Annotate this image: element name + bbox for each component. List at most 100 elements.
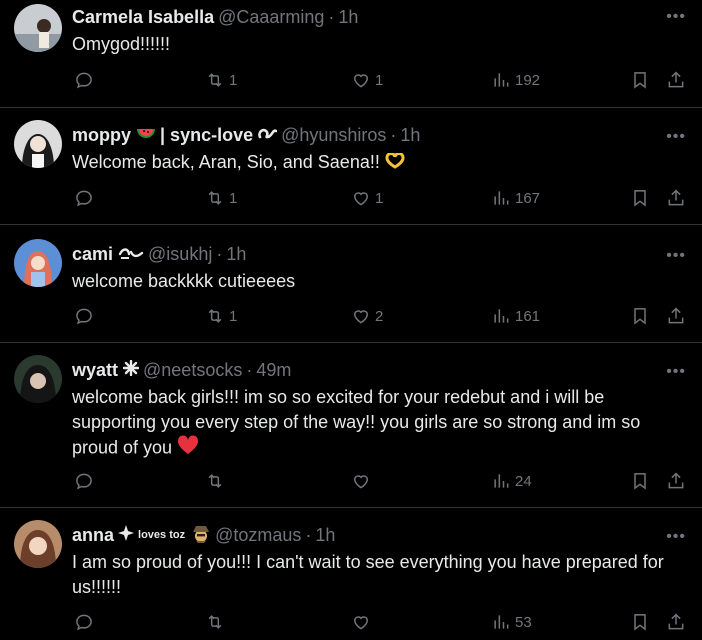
user-handle[interactable]: @isukhj (148, 244, 212, 265)
display-name[interactable]: Carmela Isabella (72, 7, 214, 28)
views-button[interactable]: 167 (491, 186, 540, 210)
bookmark-icon (634, 473, 646, 490)
sparkle-star-icon (118, 524, 135, 546)
avatar[interactable] (14, 4, 62, 52)
bookmark-button[interactable] (630, 304, 650, 328)
bookmark-button[interactable] (630, 68, 650, 92)
more-icon[interactable]: ••• (666, 9, 686, 25)
separator-dot: · (305, 524, 312, 545)
display-name[interactable]: cami (72, 244, 113, 265)
view-count: 24 (515, 472, 532, 490)
more-icon[interactable]: ••• (666, 129, 686, 145)
detective-emoji-icon (191, 523, 211, 548)
tweet-text: Omygod!!!!!! (72, 34, 171, 54)
reply-button[interactable] (74, 469, 98, 493)
display-name[interactable]: anna (72, 525, 114, 546)
timeline: Carmela Isabella @Caaarming · 1h Omygod!… (0, 0, 702, 640)
views-button[interactable]: 53 (491, 610, 532, 634)
bookmark-icon (634, 308, 646, 325)
retweet-count: 1 (229, 189, 238, 207)
reply-icon (76, 72, 92, 89)
like-icon (353, 475, 369, 489)
avatar[interactable] (14, 520, 62, 568)
user-handle[interactable]: @hyunshiros (281, 125, 386, 146)
timestamp[interactable]: 49m (256, 360, 291, 381)
timestamp[interactable]: 1h (315, 525, 335, 546)
like-count: 1 (375, 71, 384, 89)
share-button[interactable] (666, 610, 686, 634)
like-button[interactable] (351, 610, 375, 634)
reply-button[interactable] (74, 610, 98, 634)
retweet-button[interactable]: 1 (205, 304, 237, 328)
retweet-count: 1 (229, 307, 238, 325)
bookmark-button[interactable] (630, 469, 650, 493)
hyunshiros-symbol-icon (257, 125, 278, 146)
display-name-suffix[interactable]: | sync-love (160, 125, 253, 146)
heart-hands-emoji-icon (385, 151, 405, 176)
bookmark-icon (634, 614, 646, 631)
views-button[interactable]: 192 (491, 68, 540, 92)
views-button[interactable]: 161 (491, 304, 540, 328)
more-icon[interactable]: ••• (666, 529, 686, 545)
share-button[interactable] (666, 68, 686, 92)
timestamp[interactable]: 1h (338, 7, 358, 28)
reply-button[interactable] (74, 304, 98, 328)
tweet[interactable]: Carmela Isabella @Caaarming · 1h Omygod!… (0, 0, 702, 108)
share-icon (668, 472, 684, 489)
like-button[interactable]: 2 (351, 304, 383, 328)
tweet[interactable]: cami @isukhj · 1h welcome backkkk cutiee… (0, 225, 702, 343)
like-button[interactable]: 1 (351, 186, 383, 210)
reply-icon (76, 614, 92, 631)
tweet[interactable]: anna loves toz @tozmaus · 1h I am so pro… (0, 508, 702, 640)
avatar[interactable] (14, 239, 62, 287)
display-name[interactable]: moppy (72, 125, 131, 146)
like-icon (353, 310, 369, 324)
share-button[interactable] (666, 304, 686, 328)
asterisk-symbol-icon (122, 359, 140, 381)
timestamp[interactable]: 1h (400, 125, 420, 146)
reply-icon (76, 473, 92, 490)
views-icon (494, 474, 509, 488)
more-icon[interactable]: ••• (666, 248, 686, 264)
views-icon (494, 309, 509, 323)
like-icon (353, 192, 369, 206)
reply-button[interactable] (74, 68, 98, 92)
tweet[interactable]: wyatt @neetsocks · 49m welcome back girl… (0, 343, 702, 508)
avatar[interactable] (14, 120, 62, 168)
retweet-button[interactable] (205, 610, 229, 634)
views-button[interactable]: 24 (491, 469, 532, 493)
timestamp[interactable]: 1h (226, 244, 246, 265)
tweet-text: welcome backkkk cutieeees (72, 271, 296, 291)
display-name-suffix[interactable]: loves toz (138, 529, 185, 541)
retweet-button[interactable]: 1 (205, 68, 237, 92)
retweet-count: 1 (229, 71, 238, 89)
like-icon (353, 616, 369, 630)
reply-button[interactable] (74, 186, 98, 210)
share-icon (668, 189, 684, 206)
views-icon (494, 73, 509, 87)
more-icon[interactable]: ••• (666, 364, 686, 380)
display-name[interactable]: wyatt (72, 360, 118, 381)
bookmark-button[interactable] (630, 610, 650, 634)
name-symbol-icon (118, 244, 144, 265)
bookmark-button[interactable] (630, 186, 650, 210)
user-handle[interactable]: @neetsocks (143, 360, 242, 381)
tweet-text: I am so proud of you!!! I can't wait to … (72, 552, 664, 597)
tweet-text: Welcome back, Aran, Sio, and Saena!! (72, 150, 672, 176)
avatar[interactable] (14, 355, 62, 403)
user-handle[interactable]: @Caaarming (218, 7, 324, 28)
share-button[interactable] (666, 469, 686, 493)
views-icon (494, 191, 509, 205)
tweet[interactable]: moppy | sync-love @hyunshiros · 1h Welco… (0, 108, 702, 225)
retweet-icon (208, 309, 222, 323)
reply-icon (76, 190, 92, 207)
tweet-text-content: Welcome back, Aran, Sio, and Saena!! (72, 152, 380, 172)
share-button[interactable] (666, 186, 686, 210)
retweet-button[interactable]: 1 (205, 186, 237, 210)
user-handle[interactable]: @tozmaus (215, 525, 301, 546)
share-icon (668, 613, 684, 630)
like-button[interactable] (351, 469, 375, 493)
like-button[interactable]: 1 (351, 68, 383, 92)
retweet-button[interactable] (205, 469, 229, 493)
separator-dot: · (246, 359, 253, 380)
